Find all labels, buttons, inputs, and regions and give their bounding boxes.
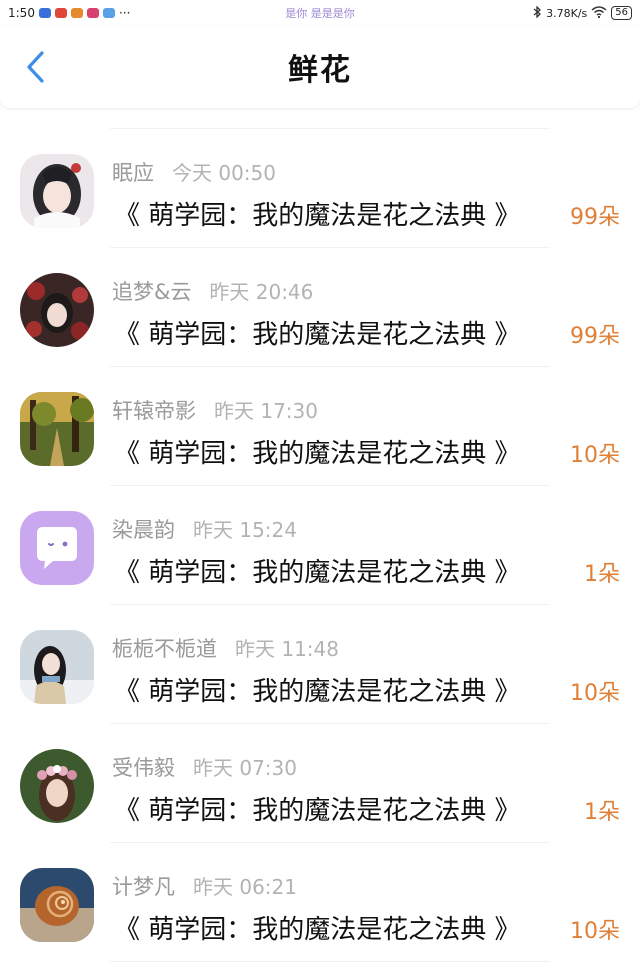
nickname[interactable]: 受伟毅	[112, 752, 175, 782]
chevron-left-icon	[27, 51, 44, 83]
book-title-link[interactable]: 《 萌学园：我的魔法是花之法典 》	[114, 195, 521, 232]
back-button[interactable]	[18, 50, 52, 84]
avatar-girl-white-icon[interactable]	[20, 154, 94, 228]
header: 鲜花	[0, 26, 640, 108]
flower-count: 1朵	[584, 800, 620, 825]
list-item[interactable]: 追梦&云 昨天 20:46 《 萌学园：我的魔法是花之法典 》 99朵	[0, 248, 640, 367]
wifi-icon	[591, 5, 607, 21]
flower-count: 99朵	[570, 205, 620, 230]
app-notification-icon	[70, 8, 83, 18]
row-meta: 染晨韵 昨天 15:24	[112, 514, 297, 544]
nickname[interactable]: 计梦凡	[112, 871, 175, 901]
avatar-girl-snow-icon[interactable]	[20, 630, 94, 704]
row-meta: 眠应 今天 00:50	[112, 157, 276, 187]
book-title-link[interactable]: 《 萌学园：我的魔法是花之法典 》	[114, 433, 521, 470]
list-item[interactable]: 眠应 今天 00:50 《 萌学园：我的魔法是花之法典 》 99朵	[0, 129, 640, 248]
timestamp: 昨天 15:24	[193, 518, 297, 542]
avatar-shell-icon[interactable]	[20, 868, 94, 942]
network-speed: 3.78K/s	[546, 6, 588, 20]
timestamp: 昨天 11:48	[235, 637, 339, 661]
timestamp: 昨天 20:46	[209, 280, 314, 304]
list-item[interactable]: 染晨韵 昨天 15:24 《 萌学园：我的魔法是花之法典 》 1朵	[0, 486, 640, 605]
flower-count: 1朵	[584, 562, 620, 587]
list-item[interactable]: 栀栀不栀道 昨天 11:48 《 萌学园：我的魔法是花之法典 》 10朵	[0, 605, 640, 724]
divider	[110, 961, 550, 962]
app-notification-icon	[38, 8, 51, 18]
row-meta: 追梦&云 昨天 20:46	[112, 276, 313, 306]
timestamp: 昨天 06:21	[193, 875, 297, 899]
avatar-flower-crown-icon[interactable]	[20, 749, 94, 823]
nickname[interactable]: 追梦&云	[112, 276, 191, 306]
row-meta: 栀栀不栀道 昨天 11:48	[112, 633, 339, 663]
row-meta: 计梦凡 昨天 06:21	[112, 871, 297, 901]
status-left: 1:50 ···	[8, 6, 130, 20]
row-meta: 轩辕帝影 昨天 17:30	[112, 395, 318, 425]
flower-count: 10朵	[570, 919, 620, 944]
book-title-link[interactable]: 《 萌学园：我的魔法是花之法典 》	[114, 314, 521, 351]
flower-count: 10朵	[570, 681, 620, 706]
battery-icon: 56	[611, 6, 632, 20]
avatar-chat-bubble-icon[interactable]	[20, 511, 94, 585]
flower-count: 10朵	[570, 443, 620, 468]
bluetooth-icon	[533, 4, 542, 21]
status-time: 1:50	[8, 6, 35, 20]
avatar-forest-icon[interactable]	[20, 392, 94, 466]
nickname[interactable]: 眠应	[112, 157, 154, 187]
app-notification-icon	[86, 8, 99, 18]
page-title: 鲜花	[288, 53, 352, 88]
nickname[interactable]: 轩辕帝影	[112, 395, 196, 425]
list-item[interactable]: 计梦凡 昨天 06:21 《 萌学园：我的魔法是花之法典 》 10朵	[0, 843, 640, 962]
nickname[interactable]: 染晨韵	[112, 514, 175, 544]
more-notifications-icon: ···	[118, 6, 131, 20]
nickname[interactable]: 栀栀不栀道	[112, 633, 217, 663]
status-right: 3.78K/s 56	[533, 4, 632, 21]
book-title-link[interactable]: 《 萌学园：我的魔法是花之法典 》	[114, 909, 521, 946]
list-item[interactable]: 轩辕帝影 昨天 17:30 《 萌学园：我的魔法是花之法典 》 10朵	[0, 367, 640, 486]
list-item[interactable]: 受伟毅 昨天 07:30 《 萌学园：我的魔法是花之法典 》 1朵	[0, 724, 640, 843]
avatar-red-flowers-icon[interactable]	[20, 273, 94, 347]
status-bar: 1:50 ··· 是你 是是是你 3.78K/s 56	[0, 0, 640, 26]
cloud-icon	[102, 8, 115, 18]
timestamp: 昨天 17:30	[214, 399, 318, 423]
app-notification-icon	[54, 8, 67, 18]
timestamp: 今天 00:50	[172, 161, 276, 185]
timestamp: 昨天 07:30	[193, 756, 297, 780]
book-title-link[interactable]: 《 萌学园：我的魔法是花之法典 》	[114, 671, 521, 708]
book-title-link[interactable]: 《 萌学园：我的魔法是花之法典 》	[114, 790, 521, 827]
flower-count: 99朵	[570, 324, 620, 349]
book-title-link[interactable]: 《 萌学园：我的魔法是花之法典 》	[114, 552, 521, 589]
flower-gift-list: 眠应 今天 00:50 《 萌学园：我的魔法是花之法典 》 99朵 追梦&云 昨…	[0, 128, 640, 962]
row-meta: 受伟毅 昨天 07:30	[112, 752, 297, 782]
